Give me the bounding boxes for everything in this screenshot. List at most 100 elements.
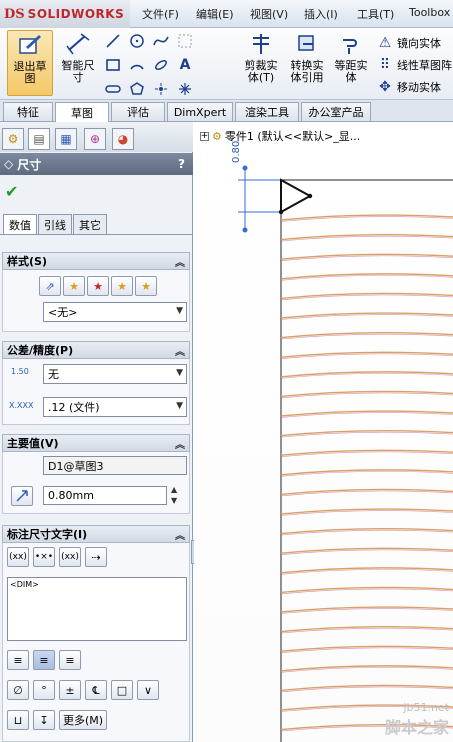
offset-text-icon[interactable]: ⇢ [85,547,107,567]
subtab-other[interactable]: 其它 [73,214,107,234]
feature-tree-flyout[interactable]: + ⚙ 零件1 (默认<<默认>_显... [200,128,360,144]
dimension-text-group-title: 标注尺寸文字(I) [7,528,88,541]
menu-edit[interactable]: 编辑(E) [196,6,234,22]
counterbore-icon[interactable]: ⊔ [7,710,29,730]
dimension-text-group-header[interactable]: 标注尺寸文字(I) ︽ [2,525,190,543]
configuration-manager-tab[interactable]: ▦ [55,128,77,150]
align-left-icon[interactable]: ≡ [7,650,29,670]
polygon-icon[interactable] [128,80,146,98]
dimension-text-area[interactable]: <DIM> [7,577,187,641]
dimension-value-field[interactable]: 0.80mm [43,486,167,505]
ok-check-icon[interactable]: ✔ [5,182,18,201]
text-icon[interactable]: A [176,56,194,74]
delete-style-icon[interactable]: ★ [87,276,109,296]
load-style-icon[interactable]: ★ [135,276,157,296]
tree-part-label: 零件1 (默认<<默认>_显... [224,130,361,143]
convert-icon [292,30,322,58]
tolerance-type-select[interactable]: 无 ▼ [43,364,187,384]
menu-file[interactable]: 文件(F) [142,6,179,22]
save-style-icon[interactable]: ★ [111,276,133,296]
smart-dimension-icon [63,30,93,58]
dimension-text-label[interactable]: 0.80 [231,141,242,163]
circle-icon[interactable] [128,32,146,50]
dimension-text-group-body: (xx) •×• (xx) ⇢ <DIM> ≡ ≡ ≡ ∅ ° ± ℄ □ ∨ … [2,543,190,742]
menu-tools[interactable]: 工具(T) [357,6,394,22]
square-icon[interactable]: □ [111,680,133,700]
tab-dimxpert[interactable]: DimXpert [167,102,233,121]
feature-manager-tab[interactable]: ⚙ [2,128,24,150]
primary-value-group-header[interactable]: 主要值(V) ︽ [2,434,190,452]
move-entities-button[interactable]: ✥ 移动实体 [376,78,441,96]
spline-icon[interactable] [152,32,170,50]
property-manager-tab[interactable]: ▤ [28,128,50,150]
fillet-icon[interactable] [152,56,170,74]
style-select[interactable]: <无> ▼ [43,302,187,322]
align-center-icon[interactable]: ≡ [33,650,55,670]
feature-tree-icon: ⚙ [7,132,19,146]
tab-evaluate[interactable]: 评估 [111,102,165,121]
diameter-icon[interactable]: ∅ [7,680,29,700]
depth-icon[interactable]: ↧ [33,710,55,730]
exit-sketch-button[interactable]: 退出草图 [7,30,53,96]
display-manager-tab[interactable]: ◕ [112,128,134,150]
menu-toolbox[interactable]: Toolbox [409,6,450,19]
tab-office-products[interactable]: 办公室产品 [301,102,371,121]
arc-icon[interactable] [128,56,146,74]
add-parentheses-button[interactable]: (xx) [7,547,29,567]
plane-icon[interactable] [176,80,194,98]
plus-minus-icon[interactable]: ± [59,680,81,700]
trim-entities-button[interactable]: 剪裁实体(T) [239,30,283,96]
more-symbols-dropdown-icon[interactable]: ∨ [137,680,159,700]
precision-select[interactable]: .12 (文件) ▼ [43,397,187,417]
expand-icon[interactable]: + [200,131,209,141]
construction-geometry-icon[interactable] [176,32,194,50]
solidworks-logo[interactable]: DS SOLIDWORKS [0,0,130,28]
smart-dimension-button[interactable]: 智能尺寸 [57,30,99,96]
linear-pattern-button[interactable]: ⠿ 线性草图阵 [376,56,452,74]
display-icon: ◕ [117,132,129,146]
subtab-leader[interactable]: 引线 [38,214,72,234]
exit-sketch-label: 退出草图 [13,60,47,85]
collapse-icon[interactable]: ︽ [175,343,185,358]
tolerance-type-value: 无 [48,368,59,381]
centerline-icon[interactable]: ℄ [85,680,107,700]
tab-render-tools[interactable]: 渲染工具 [235,102,299,121]
line-icon[interactable] [104,32,122,50]
style-group-header[interactable]: 样式(S) ︽ [2,252,190,270]
help-button[interactable]: ? [178,157,185,171]
convert-label: 转换实体引用 [290,59,324,84]
menu-view[interactable]: 视图(V) [250,6,288,22]
add-style-icon[interactable]: ★ [63,276,85,296]
menu-insert[interactable]: 插入(I) [304,6,338,22]
tab-sketch[interactable]: 草图 [55,102,109,122]
trim-icon [246,30,276,58]
dimension-name-field[interactable]: D1@草图3 [43,456,187,475]
collapse-icon[interactable]: ︽ [175,436,185,451]
text-position-buttons: (xx) •×• (xx) ⇢ [7,547,107,567]
collapse-icon[interactable]: ︽ [175,527,185,542]
mirror-entities-button[interactable]: ⚠ 镜向实体 [376,34,441,52]
mirror-icon: ⚠ [378,35,392,51]
reverse-direction-icon[interactable] [11,486,33,506]
inspection-dimension-button[interactable]: (xx) [59,547,81,567]
center-dimension-icon[interactable]: •×• [33,547,55,567]
tolerance-group-header[interactable]: 公差/精度(P) ︽ [2,341,190,359]
align-right-icon[interactable]: ≡ [59,650,81,670]
tab-features[interactable]: 特征 [3,102,53,121]
chevron-down-icon: ▼ [176,401,183,411]
rectangle-icon[interactable] [104,56,122,74]
value-spinner[interactable]: ▲ ▼ [171,484,177,506]
offset-entities-button[interactable]: 等距实体 [331,30,371,96]
degree-icon[interactable]: ° [33,680,55,700]
more-button[interactable]: 更多(M) [59,710,107,730]
subtab-value[interactable]: 数值 [3,214,37,234]
move-icon: ✥ [379,79,391,95]
dimxpert-manager-tab[interactable]: ⊕ [84,128,106,150]
collapse-icon[interactable]: ︽ [175,254,185,269]
logo-text: SOLIDWORKS [27,7,125,21]
point-icon[interactable] [152,80,170,98]
apply-default-style-icon[interactable]: ⇗ [39,276,61,296]
slot-icon[interactable] [104,80,122,98]
convert-entities-button[interactable]: 转换实体引用 [285,30,329,96]
mirror-label: 镜向实体 [397,37,441,50]
